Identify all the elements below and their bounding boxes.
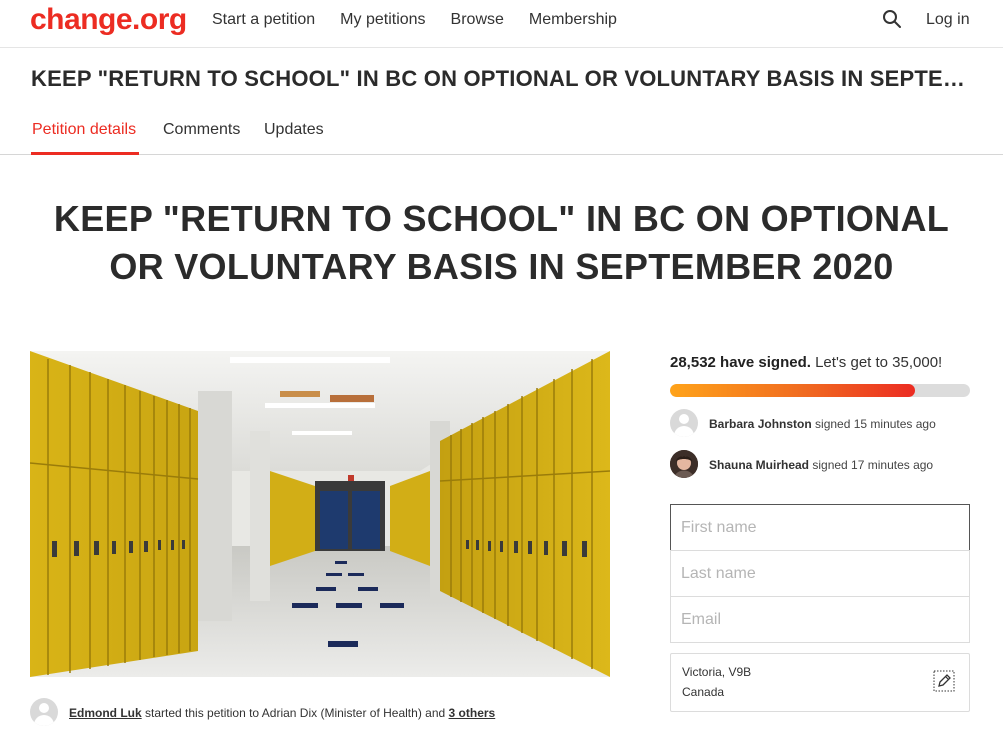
location-box: Victoria, V9B Canada [670, 653, 970, 712]
signature-goal: Let's get to 35,000! [815, 354, 943, 371]
starter-and: and [425, 706, 446, 720]
recent-signer: Barbara Johnston signed 15 minutes ago [670, 409, 990, 439]
nav-links: Start a petition My petitions Browse Mem… [212, 10, 617, 30]
nav-browse[interactable]: Browse [451, 10, 504, 30]
starter-name-link[interactable]: Edmond Luk [69, 706, 142, 720]
signature-count: 28,532 have signed. Let's get to 35,000! [670, 354, 942, 371]
signer-name: Shauna Muirhead [709, 458, 810, 472]
tab-comments[interactable]: Comments [163, 120, 240, 140]
signature-progress-bar [670, 384, 970, 397]
signer-action: signed 17 minutes ago [812, 458, 934, 472]
location-country: Canada [682, 685, 725, 699]
nav-my-petitions[interactable]: My petitions [340, 10, 425, 30]
search-icon[interactable] [882, 9, 902, 29]
petition-tabs: Petition details Comments Updates [0, 108, 1003, 155]
petition-hero-image [30, 351, 610, 677]
nav-membership[interactable]: Membership [529, 10, 617, 30]
recent-signer: Shauna Muirhead signed 17 minutes ago [670, 450, 990, 480]
others-link[interactable]: 3 others [449, 706, 496, 720]
petition-title: KEEP "RETURN TO SCHOOL" IN BC ON OPTIONA… [53, 198, 950, 287]
nav-start-petition[interactable]: Start a petition [212, 10, 315, 30]
last-name-field[interactable] [670, 550, 970, 597]
signer-action: signed 15 minutes ago [815, 417, 936, 431]
signer-avatar [670, 409, 698, 437]
signer-line: Barbara Johnston signed 15 minutes ago [709, 417, 936, 431]
change-org-logo[interactable]: change.org [30, 3, 187, 37]
tab-updates[interactable]: Updates [264, 120, 324, 140]
starter-middle: started this petition to [145, 706, 260, 720]
signer-photo-avatar [670, 450, 698, 478]
sticky-petition-title: KEEP "RETURN TO SCHOOL" IN BC ON OPTIONA… [31, 66, 971, 91]
signer-line: Shauna Muirhead signed 17 minutes ago [709, 458, 933, 472]
login-link[interactable]: Log in [926, 10, 970, 30]
location-city: Victoria, V9B [682, 665, 752, 679]
starter-text: Edmond Luk started this petition to Adri… [69, 706, 495, 720]
first-name-field[interactable] [670, 504, 970, 551]
hallway-illustration [30, 351, 610, 677]
starter-avatar [30, 698, 58, 726]
email-field[interactable] [670, 596, 970, 643]
pencil-edit-icon[interactable] [933, 670, 955, 692]
signed-count: 28,532 have signed. [670, 354, 811, 371]
starter-target: Adrian Dix (Minister of Health) [261, 706, 422, 720]
sticky-title-bar: KEEP "RETURN TO SCHOOL" IN BC ON OPTIONA… [0, 48, 1003, 108]
active-tab-indicator [31, 152, 139, 155]
top-navigation: change.org Start a petition My petitions… [0, 0, 1003, 48]
petition-starter: Edmond Luk started this petition to Adri… [30, 698, 630, 728]
tab-petition-details[interactable]: Petition details [32, 120, 136, 140]
signature-progress-fill [670, 384, 915, 397]
signer-name: Barbara Johnston [709, 417, 812, 431]
